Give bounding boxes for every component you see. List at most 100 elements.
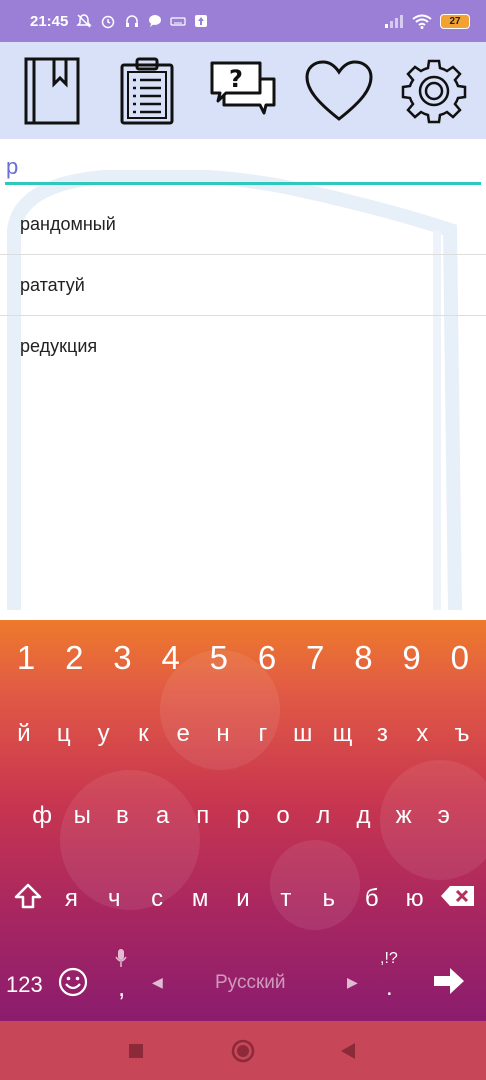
key-letter[interactable]: й xyxy=(4,720,43,748)
key-letter[interactable]: у xyxy=(84,720,123,748)
key-letter[interactable]: к xyxy=(124,720,163,748)
back-button[interactable] xyxy=(340,1042,356,1065)
top-toolbar: ? xyxy=(0,42,486,139)
notes-button[interactable] xyxy=(111,55,183,127)
shift-icon xyxy=(14,883,42,908)
battery-icon: 27 xyxy=(440,13,470,29)
microphone-icon[interactable] xyxy=(114,948,128,970)
chevron-left-icon[interactable]: ◀ xyxy=(152,974,163,991)
chevron-right-icon[interactable]: ▶ xyxy=(347,974,358,991)
key-2[interactable]: 2 xyxy=(50,639,98,677)
key-letter[interactable]: ш xyxy=(283,720,322,748)
key-letter[interactable]: ц xyxy=(44,720,83,748)
key-letter[interactable]: н xyxy=(204,720,243,748)
key-letter[interactable]: о xyxy=(264,802,303,830)
key-letter[interactable]: а xyxy=(143,802,182,830)
book-icon xyxy=(24,57,80,124)
key-letter[interactable]: ф xyxy=(23,802,62,830)
key-5[interactable]: 5 xyxy=(195,639,243,677)
clipboard-icon xyxy=(120,57,174,124)
key-9[interactable]: 9 xyxy=(388,639,436,677)
key-letter[interactable]: с xyxy=(138,885,177,913)
key-letter[interactable]: ч xyxy=(95,885,134,913)
backspace-icon xyxy=(441,885,475,906)
key-letter[interactable]: ы xyxy=(63,802,102,830)
key-letter[interactable]: ж xyxy=(384,802,423,830)
key-letter[interactable]: х xyxy=(403,720,442,748)
emoji-key[interactable] xyxy=(58,967,88,997)
key-letter[interactable]: л xyxy=(304,802,343,830)
key-letter[interactable]: т xyxy=(266,885,305,913)
key-letter[interactable]: щ xyxy=(323,720,362,748)
key-1[interactable]: 1 xyxy=(2,639,50,677)
key-letter[interactable]: д xyxy=(344,802,383,830)
navigation-bar xyxy=(0,1021,486,1080)
alarm-icon xyxy=(102,15,115,29)
key-8[interactable]: 8 xyxy=(339,639,387,677)
list-item[interactable]: рандомный xyxy=(0,194,486,255)
key-6[interactable]: 6 xyxy=(243,639,291,677)
wifi-icon xyxy=(412,14,432,29)
key-letter[interactable]: п xyxy=(183,802,222,830)
key-letter[interactable]: я xyxy=(52,885,91,913)
shift-key[interactable] xyxy=(8,882,48,917)
question-chat-icon: ? xyxy=(210,61,276,114)
dictionary-button[interactable] xyxy=(16,55,88,127)
square-icon xyxy=(129,1044,143,1058)
arrow-right-icon xyxy=(434,968,464,994)
key-letter[interactable]: ъ xyxy=(443,720,482,748)
key-letter[interactable]: ю xyxy=(395,885,434,913)
key-letter[interactable]: и xyxy=(223,885,262,913)
backspace-key[interactable] xyxy=(438,884,478,915)
key-letter[interactable]: е xyxy=(164,720,203,748)
recent-apps-button[interactable] xyxy=(128,1043,144,1064)
upload-icon xyxy=(195,15,208,27)
number-row: 1 2 3 4 5 6 7 8 9 0 xyxy=(0,636,486,680)
key-3[interactable]: 3 xyxy=(98,639,146,677)
key-letter[interactable]: б xyxy=(352,885,391,913)
key-4[interactable]: 4 xyxy=(147,639,195,677)
key-letter[interactable]: м xyxy=(181,885,220,913)
list-item[interactable]: редукция xyxy=(0,316,486,377)
gear-icon xyxy=(401,59,467,123)
signal-icon xyxy=(385,15,403,28)
list-item[interactable]: рататуй xyxy=(0,255,486,316)
home-button[interactable] xyxy=(231,1039,255,1068)
back-triangle-icon xyxy=(341,1043,355,1059)
key-0[interactable]: 0 xyxy=(436,639,484,677)
comma-key[interactable]: , xyxy=(118,972,125,1003)
enter-key[interactable] xyxy=(432,966,466,996)
status-notification-icons xyxy=(76,13,208,29)
chat-bubble-icon xyxy=(149,15,162,27)
heart-icon xyxy=(305,59,373,121)
search-input[interactable] xyxy=(5,151,481,185)
key-letter[interactable]: г xyxy=(243,720,282,748)
punctuation-hint: ,!? xyxy=(380,950,398,967)
letter-row-1: й ц у к е н г ш щ з х ъ xyxy=(0,714,486,754)
quiz-button[interactable]: ? xyxy=(207,55,279,127)
key-letter[interactable]: з xyxy=(363,720,402,748)
favorites-button[interactable] xyxy=(303,55,375,127)
mute-bell-icon xyxy=(76,14,93,28)
keyboard-status-icon xyxy=(170,17,186,26)
key-letter[interactable]: р xyxy=(223,802,262,830)
space-key[interactable]: Русский xyxy=(215,972,286,994)
key-letter[interactable]: в xyxy=(103,802,142,830)
letter-row-2: ф ы в а п р о л д ж э xyxy=(0,796,486,836)
keyboard: 1 2 3 4 5 6 7 8 9 0 й ц у к е н г ш щ з … xyxy=(0,620,486,1021)
settings-button[interactable] xyxy=(398,55,470,127)
letter-row-3: я ч с м и т ь б ю xyxy=(0,878,486,920)
key-letter[interactable]: ь xyxy=(309,885,348,913)
mode-switch-key[interactable]: 123 xyxy=(6,972,43,998)
suggestions-list: рандомный рататуй редукция xyxy=(0,194,486,377)
home-circle-icon xyxy=(231,1039,255,1063)
status-system-icons: 27 xyxy=(384,13,470,29)
key-7[interactable]: 7 xyxy=(291,639,339,677)
status-bar: 21:45 27 xyxy=(0,0,486,42)
headset-icon xyxy=(126,15,139,27)
period-key[interactable]: . xyxy=(386,974,393,1002)
emoji-icon xyxy=(58,967,88,997)
svg-text:?: ? xyxy=(229,65,243,93)
key-letter[interactable]: э xyxy=(424,802,463,830)
bottom-key-row: 123 , ◀ Русский ▶ ,!? . xyxy=(0,949,486,1010)
